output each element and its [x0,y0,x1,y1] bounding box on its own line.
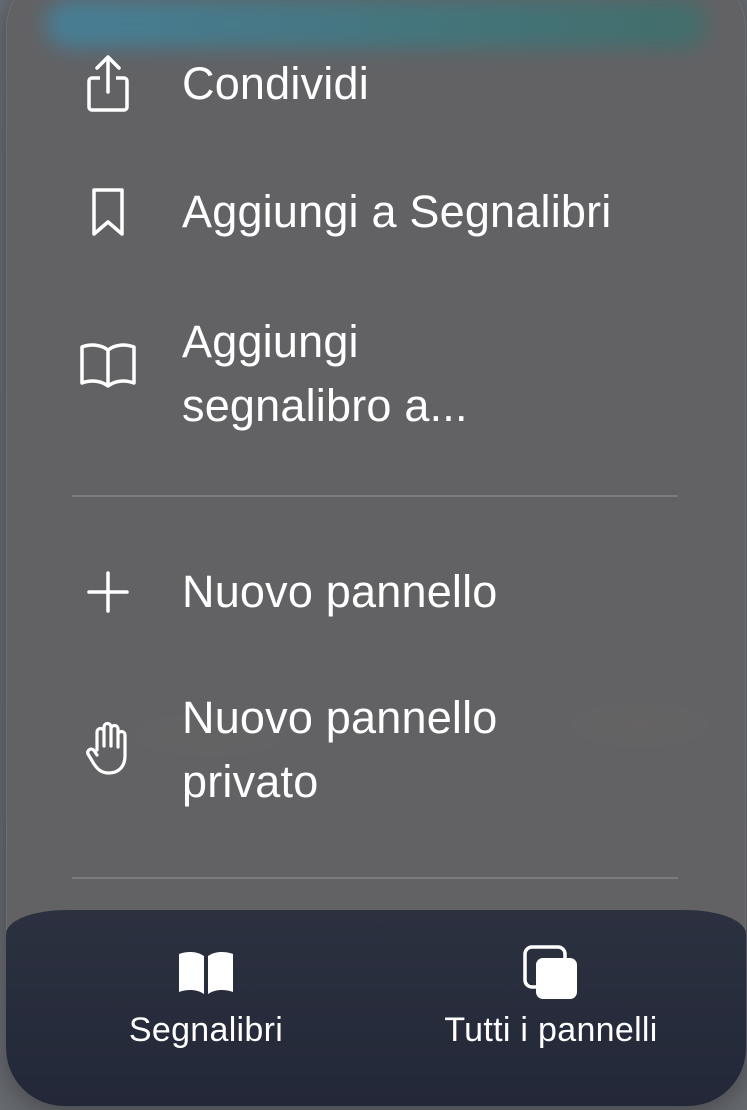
menu-item-new-tab[interactable]: Nuovo pannello [6,560,746,624]
bookmarks-button[interactable]: Segnalibri [86,910,326,1050]
menu-item-label-line1: Nuovo pannello [182,692,498,743]
menu-item-label: Aggiungi a Segnalibri [182,186,612,237]
bookmarks-label: Segnalibri [128,1011,284,1049]
share-icon [74,54,142,114]
hand-icon [74,720,142,776]
bookmarks-book-icon [176,945,236,1001]
all-tabs-button[interactable]: Tutti i pannelli [416,910,686,1050]
menu-top-glow [46,0,706,48]
divider [72,495,678,497]
menu-item-label: Nuovo pannello [182,566,498,617]
all-tabs-label: Tutti i pannelli [444,1011,658,1049]
context-menu: Condividi Aggiungi a Segnalibri Aggiungi… [6,0,746,1106]
menu-item-add-bookmark[interactable]: Aggiungi a Segnalibri [6,180,746,244]
menu-item-add-bookmark-to[interactable]: Aggiungi segnalibro a... [6,310,746,438]
menu-item-share[interactable]: Condividi [6,52,746,116]
plus-icon [74,570,142,614]
menu-item-label-line1: Aggiungi [182,316,359,367]
menu-item-label-line2: privato [182,756,319,807]
menu-item-label-line2: segnalibro a... [182,380,468,431]
menu-item-new-private-tab[interactable]: Nuovo pannello privato [6,686,746,814]
bottom-action-bar: Segnalibri Tutti i pannelli [6,910,746,1106]
divider [72,877,678,879]
menu-item-label: Condividi [182,58,369,109]
tabs-overview-icon [523,945,579,1001]
open-book-icon [74,342,142,388]
bookmark-icon [74,186,142,238]
